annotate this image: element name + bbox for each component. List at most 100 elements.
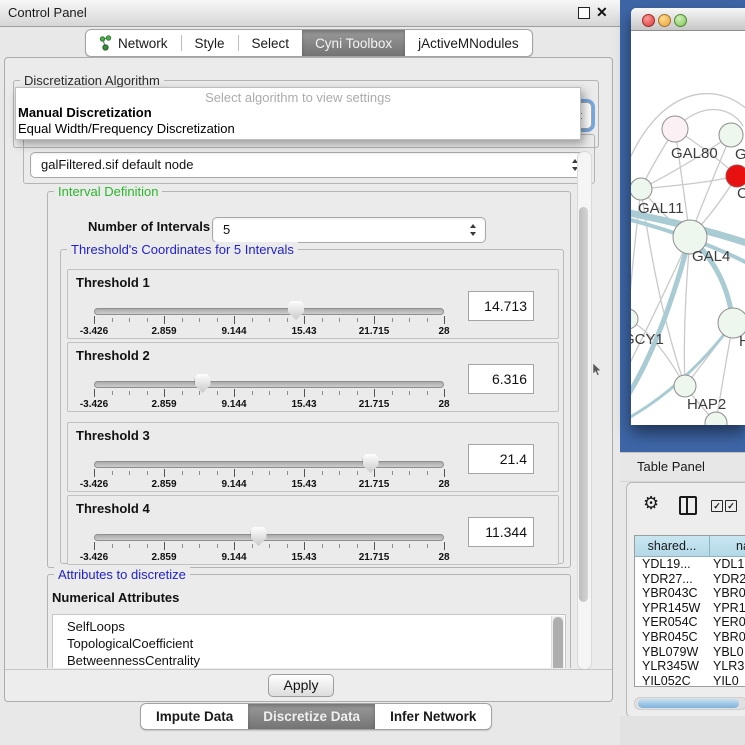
table-row[interactable]: YIL052CYIL0 [635, 674, 745, 687]
algorithm-option-equal-width[interactable]: Equal Width/Frequency Discretization [18, 121, 235, 136]
tick-label: 15.43 [291, 326, 316, 337]
threshold-2-value-field[interactable]: 6.316 [468, 364, 534, 394]
thresholds-group: Threshold's Coordinates for 5 Intervals … [60, 249, 564, 564]
table-row[interactable]: YBR045CYBR0 [635, 630, 745, 645]
tick-label: 15.43 [291, 479, 316, 490]
tick-label: 28 [438, 552, 449, 563]
cell[interactable]: YDL19... [635, 557, 709, 572]
threshold-1-value-field[interactable]: 14.713 [468, 291, 534, 321]
table-row[interactable]: YDL19...YDL1 [635, 557, 745, 572]
num-intervals-combo[interactable]: 5 [212, 217, 486, 243]
threshold-2-slider[interactable]: -3.426 2.859 9.144 15.43 21.715 28 [94, 373, 444, 411]
close-traffic-light-icon[interactable] [642, 14, 655, 27]
list-scrollbar-thumb[interactable] [553, 617, 563, 668]
num-intervals-label: Number of Intervals [88, 219, 210, 234]
node-selected-red[interactable] [726, 165, 745, 187]
threshold-1-slider[interactable]: -3.426 2.859 9.144 15.43 21.715 28 [94, 300, 444, 338]
node-label: GAL80 [671, 145, 718, 162]
tick-label: 9.144 [221, 479, 246, 490]
cell[interactable]: YBR0 [709, 586, 745, 601]
slider-track[interactable] [94, 308, 444, 315]
tab-discretize-data[interactable]: Discretize Data [248, 704, 375, 729]
network-window[interactable]: GAL80 GA C GAL11 GAL4 GCY1 H HAP2 [631, 8, 745, 425]
column-header-name[interactable]: na [710, 536, 745, 557]
table-row[interactable]: YDR27...YDR2 [635, 572, 745, 587]
control-panel-titlebar: Control Panel ✕ [0, 0, 620, 27]
cell[interactable]: YIL052C [635, 674, 709, 687]
tab-infer-network[interactable]: Infer Network [375, 704, 491, 729]
panel-scrollbar-thumb[interactable] [579, 207, 588, 602]
tick-label: 21.715 [359, 326, 390, 337]
threshold-4-slider[interactable]: -3.426 2.859 9.144 15.43 21.715 28 [94, 526, 444, 564]
num-intervals-value: 5 [223, 218, 230, 242]
table-row[interactable]: YBL079WYBL0 [635, 645, 745, 660]
table-horizontal-scrollbar-thumb[interactable] [638, 699, 739, 708]
column-header-shared-name[interactable]: shared... [635, 536, 710, 557]
checkbox-icon[interactable]: ✓ [725, 500, 737, 512]
threshold-4-value-field[interactable]: 11.344 [468, 517, 534, 547]
cell[interactable]: YBR043C [635, 586, 709, 601]
node-label: GAL11 [638, 200, 684, 217]
tab-impute-data[interactable]: Impute Data [141, 704, 248, 729]
cell[interactable]: YDR27... [635, 572, 709, 587]
cell[interactable]: YIL0 [709, 674, 745, 687]
tab-network[interactable]: Network [86, 30, 181, 56]
minimize-traffic-light-icon[interactable] [658, 14, 671, 27]
table-row[interactable]: YBR043CYBR0 [635, 586, 745, 601]
slider-track[interactable] [94, 534, 444, 541]
node-hap2[interactable] [674, 375, 696, 397]
cell[interactable]: YDL1 [709, 557, 745, 572]
node-label: HAP2 [687, 396, 726, 413]
list-item[interactable]: SelfLoops [53, 615, 565, 635]
cell[interactable]: YBR0 [709, 630, 745, 645]
column-layout-icon[interactable] [679, 496, 697, 515]
node-gcy1[interactable] [631, 309, 638, 329]
float-window-icon[interactable] [578, 7, 590, 19]
threshold-3-slider[interactable]: -3.426 2.859 9.144 15.43 21.715 28 [94, 453, 444, 491]
close-icon[interactable]: ✕ [596, 4, 608, 21]
tab-cyni-toolbox[interactable]: Cyni Toolbox [302, 30, 405, 56]
table-row[interactable]: YLR345WYLR3 [635, 659, 745, 674]
cell[interactable]: YER0 [709, 615, 745, 630]
table-row[interactable]: YPR145WYPR1 [635, 601, 745, 616]
list-scrollbar[interactable] [551, 616, 564, 668]
list-item[interactable]: TopologicalCoefficient [53, 635, 565, 652]
apply-button[interactable]: Apply [268, 674, 334, 697]
tab-style[interactable]: Style [182, 30, 238, 56]
cell[interactable]: YBL0 [709, 645, 745, 660]
tab-jactivemnodules-label: jActiveMNodules [418, 36, 519, 51]
cell[interactable]: YBL079W [635, 645, 709, 660]
node-ga[interactable] [719, 123, 743, 147]
table-row[interactable]: YER054CYER0 [635, 615, 745, 630]
algorithm-option-manual[interactable]: Manual Discretization [18, 105, 152, 120]
cell[interactable]: YPR1 [709, 601, 745, 616]
network-canvas[interactable]: GAL80 GA C GAL11 GAL4 GCY1 H HAP2 [631, 31, 745, 425]
cell[interactable]: YPR145W [635, 601, 709, 616]
threshold-3-panel: Threshold 3 -3.426 2.859 9.144 15.43 21.… [67, 422, 559, 492]
tab-select[interactable]: Select [239, 30, 303, 56]
threshold-4-label: Threshold 4 [76, 501, 150, 516]
cell[interactable]: YER054C [635, 615, 709, 630]
checkbox-icon[interactable]: ✓ [711, 500, 723, 512]
node-gal11[interactable] [631, 178, 652, 200]
slider-track[interactable] [94, 461, 444, 468]
list-item[interactable]: BetweennessCentrality [53, 652, 565, 668]
numerical-attributes-list: SelfLoops TopologicalCoefficient Between… [52, 614, 566, 668]
cell[interactable]: YLR345W [635, 659, 709, 674]
cell[interactable]: YBR045C [635, 630, 709, 645]
node-gal80[interactable] [662, 116, 688, 142]
combo-spinner-icon [469, 223, 478, 237]
cell[interactable]: YDR2 [709, 572, 745, 587]
tab-jactivemnodules[interactable]: jActiveMNodules [405, 30, 532, 56]
node-label: GAL4 [692, 248, 730, 265]
slider-track[interactable] [94, 381, 444, 388]
table-horizontal-scrollbar[interactable] [634, 697, 745, 710]
zoom-traffic-light-icon[interactable] [674, 14, 687, 27]
threshold-3-value-field[interactable]: 21.4 [468, 444, 534, 474]
table-data-combo[interactable]: galFiltered.sif default node [30, 152, 588, 178]
tab-cyni-toolbox-label: Cyni Toolbox [315, 36, 392, 51]
panel-scrollbar[interactable] [577, 151, 592, 670]
tab-style-label: Style [195, 36, 225, 51]
gear-icon[interactable]: ⚙ [643, 493, 659, 514]
cell[interactable]: YLR3 [709, 659, 745, 674]
